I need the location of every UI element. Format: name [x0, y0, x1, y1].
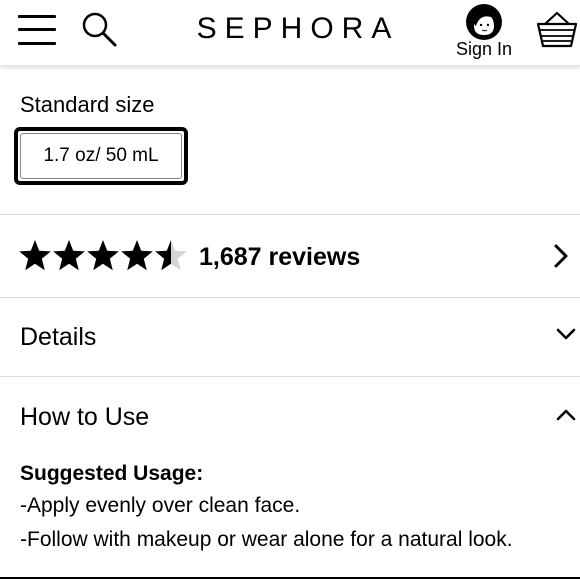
usage-line: -Follow with makeup or wear alone for a …: [20, 528, 513, 551]
how-to-use-accordion[interactable]: How to Use: [0, 377, 580, 457]
user-avatar-icon: [466, 4, 502, 40]
reviews-row[interactable]: 1,687 reviews: [0, 215, 580, 297]
details-label: Details: [20, 323, 97, 351]
details-accordion[interactable]: Details: [0, 298, 580, 376]
star-icon: [120, 237, 154, 273]
menu-icon[interactable]: [18, 14, 56, 46]
how-to-use-content: Suggested Usage: -Apply evenly over clea…: [20, 459, 576, 557]
size-title: Standard size: [20, 92, 155, 117]
sign-in-label: Sign In: [455, 39, 513, 59]
search-icon[interactable]: [80, 10, 120, 50]
usage-line: -Apply evenly over clean face.: [20, 494, 301, 517]
how-to-use-label: How to Use: [20, 403, 150, 431]
star-icon: [52, 237, 86, 273]
basket-icon[interactable]: [536, 10, 578, 50]
top-header: SEPHORA Sign In: [0, 0, 580, 66]
star-icon: [86, 237, 120, 273]
sephora-logo[interactable]: SEPHORA: [150, 12, 446, 46]
rating-stars: [18, 237, 188, 273]
chevron-down-icon: [554, 326, 578, 342]
reviews-count: 1,687 reviews: [199, 243, 361, 271]
menu-line: [18, 42, 56, 45]
size-option-selected[interactable]: 1.7 oz/ 50 mL: [14, 127, 188, 185]
size-option-label: 1.7 oz/ 50 mL: [20, 133, 182, 179]
menu-line: [18, 28, 56, 31]
size-section: Standard size 1.7 oz/ 50 mL: [0, 66, 580, 214]
menu-line: [18, 15, 56, 18]
bottom-divider: [0, 577, 580, 579]
star-icon: [154, 237, 188, 273]
usage-heading: Suggested Usage:: [20, 462, 204, 485]
chevron-up-icon: [554, 407, 578, 423]
star-icon: [18, 237, 52, 273]
chevron-right-icon: [552, 242, 570, 270]
sign-in-button[interactable]: Sign In: [452, 2, 516, 62]
